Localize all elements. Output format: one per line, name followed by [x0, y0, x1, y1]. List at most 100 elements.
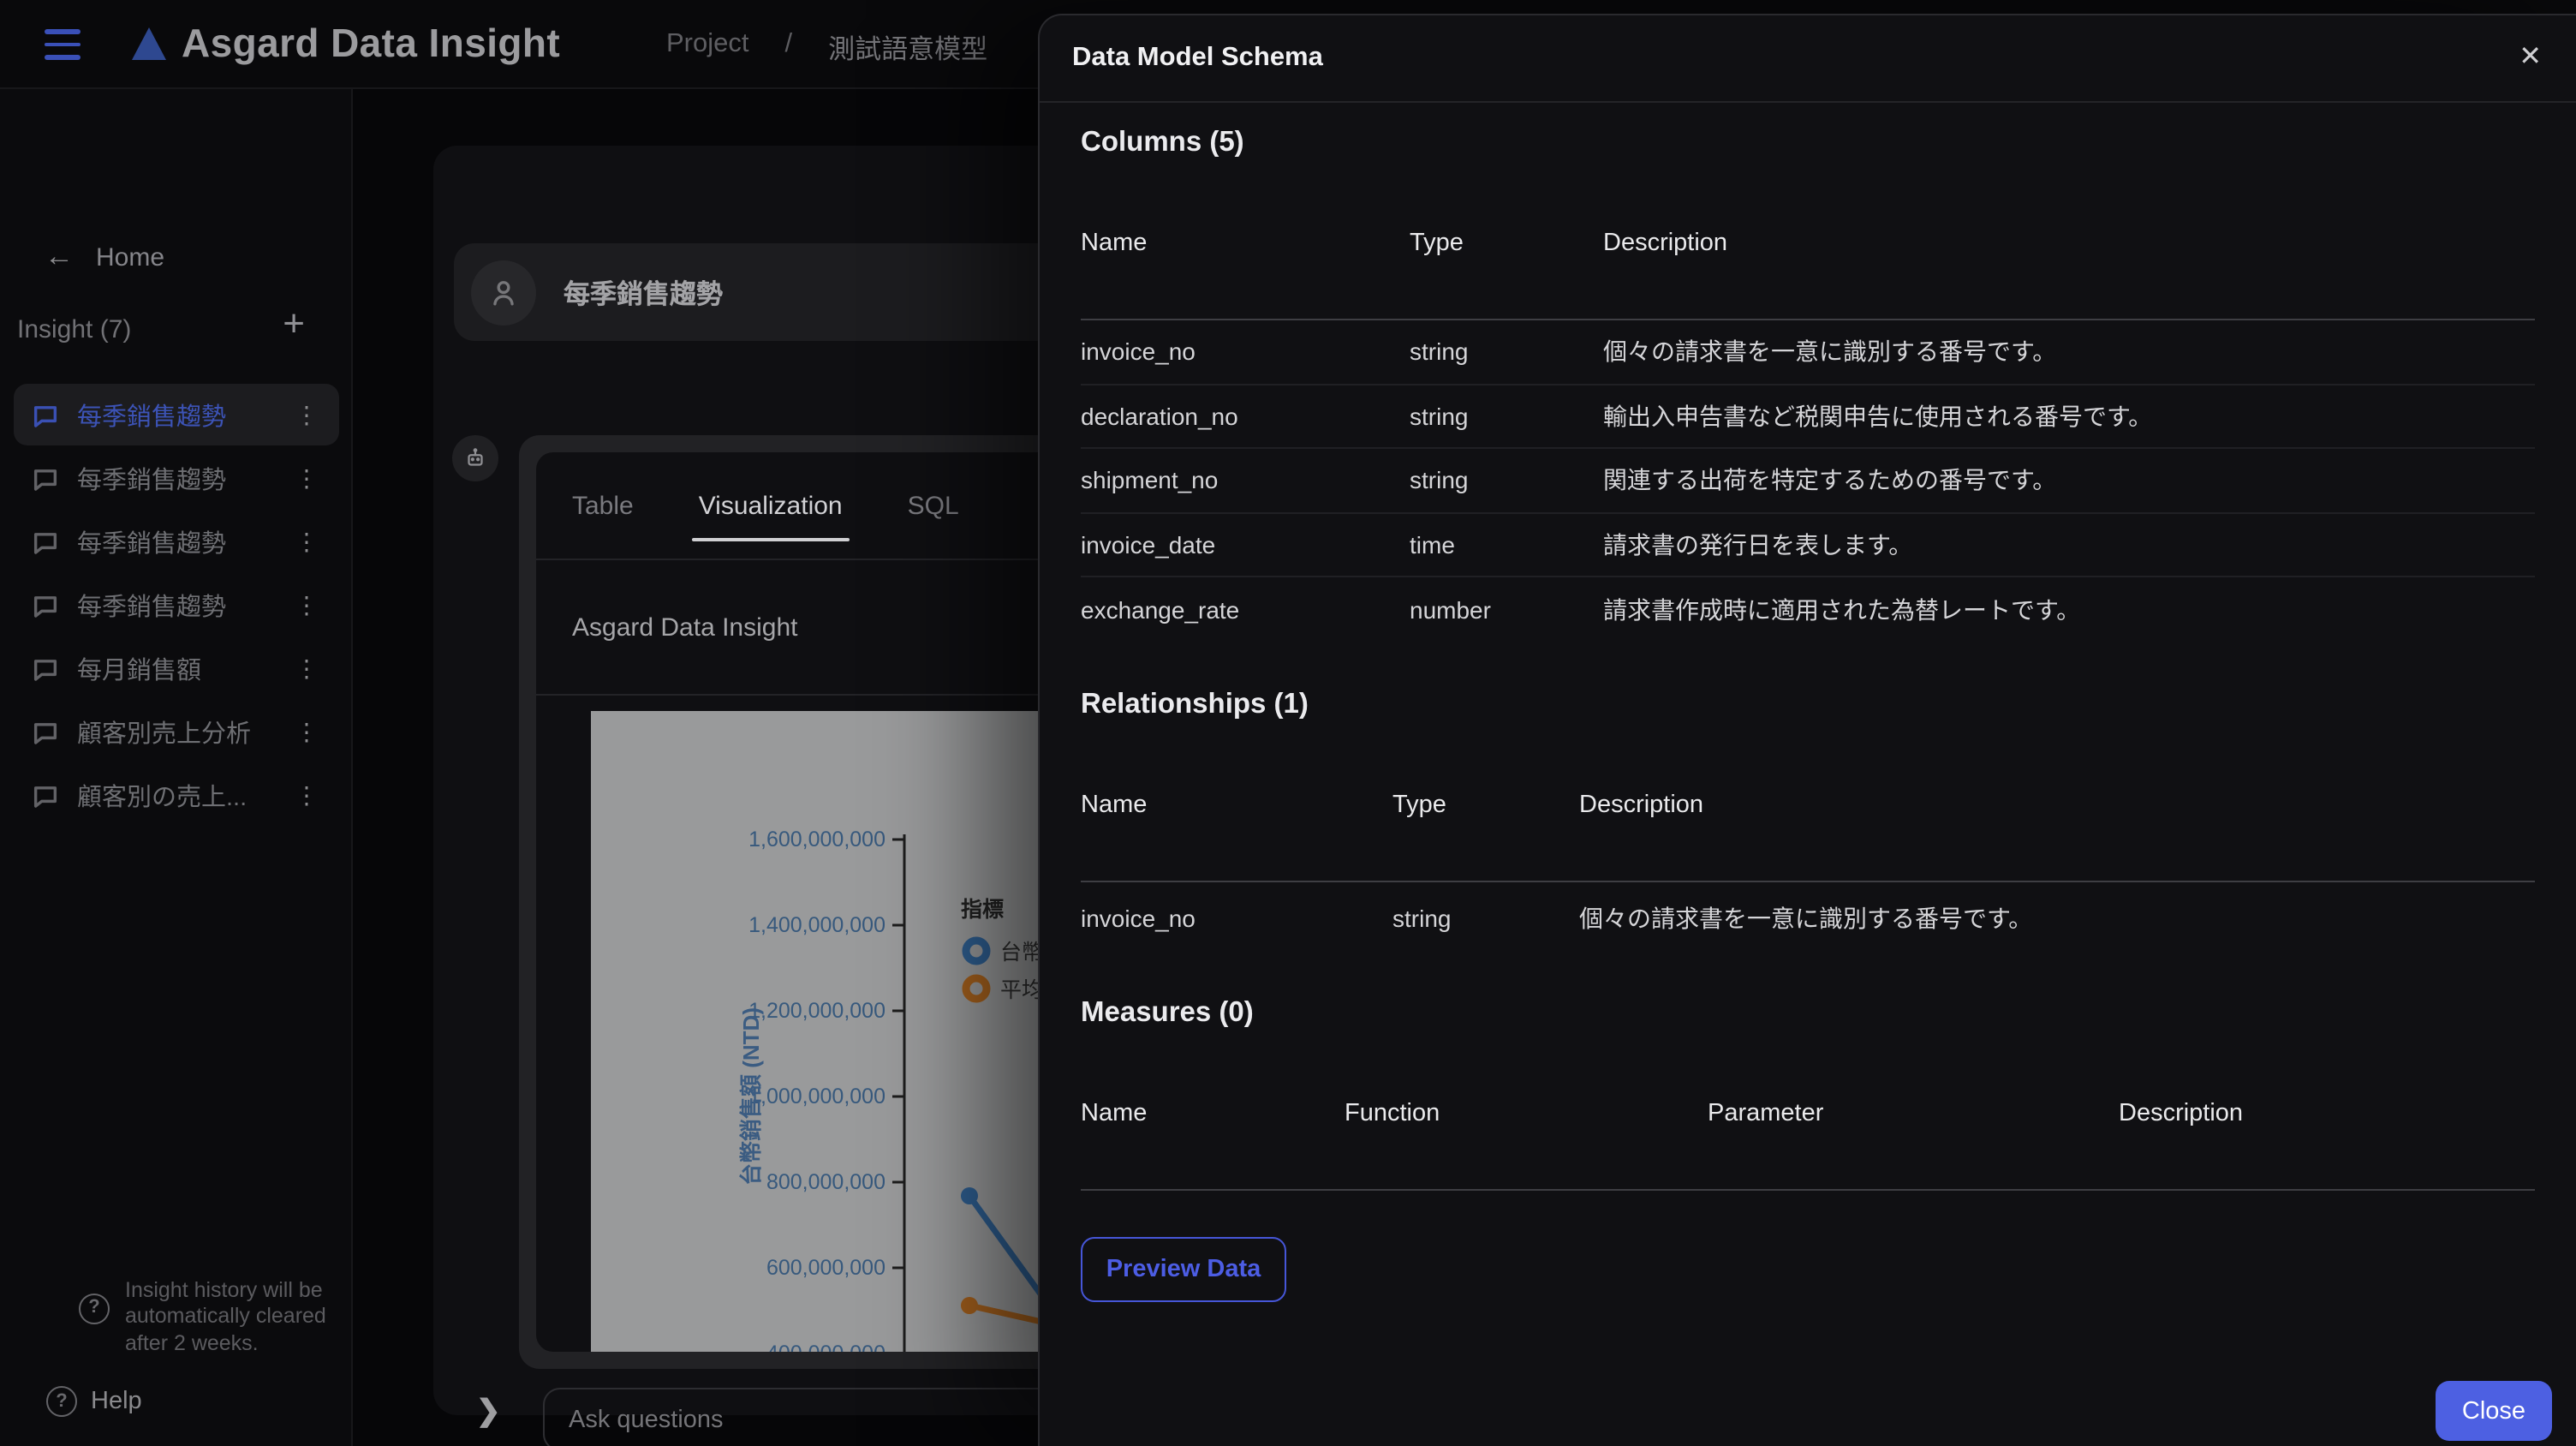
chevron-right-icon[interactable]: ❯ — [476, 1395, 501, 1429]
back-arrow-icon: ← — [45, 240, 74, 272]
legend-title: 指標 — [961, 898, 1004, 922]
add-insight-button[interactable]: + — [283, 304, 305, 343]
cell-description: 個々の請求書を一意に識別する番号です。 — [1579, 904, 2033, 931]
home-button[interactable]: ← Home — [0, 233, 353, 281]
breadcrumb-model[interactable]: 測試語意模型 — [828, 29, 987, 67]
tick-label: 1,400,000,000 — [748, 913, 886, 937]
measures-heading: Measures (0) — [1081, 996, 1254, 1027]
table-header-row: Name Type Description — [1081, 720, 2535, 881]
chat-bubble-icon — [33, 659, 57, 680]
cell-description: 輸出入申告書など税関申告に使用される番号です。 — [1603, 402, 2153, 430]
history-note-text: Insight history will be automatically cl… — [125, 1277, 326, 1354]
cell-name: invoice_no — [1081, 904, 1196, 931]
modal-footer: Close — [2436, 1381, 2552, 1441]
relationships-table: Name Type Description invoice_no string … — [1081, 720, 2535, 953]
cell-description: 請求書作成時に適用された為替レートです。 — [1603, 595, 2081, 624]
item-menu-icon[interactable]: ⋮ — [288, 400, 339, 429]
modal-header: Data Model Schema ✕ — [1040, 15, 2576, 103]
insight-list: 每季銷售趨勢 ⋮ 每季銷售趨勢 ⋮ 每季銷售趨勢 ⋮ 每季銷售趨勢 ⋮ 每月銷售… — [0, 384, 353, 828]
chat-bubble-icon — [33, 595, 57, 617]
item-menu-icon[interactable]: ⋮ — [288, 654, 339, 683]
sidebar-item-label: 顧客別の売上... — [77, 784, 247, 811]
cell-type: string — [1410, 402, 1469, 430]
chat-bubble-icon — [33, 532, 57, 553]
chat-bubble-icon — [33, 469, 57, 490]
tick-label: 400,000,000 — [766, 1341, 886, 1352]
close-button[interactable]: Close — [2436, 1381, 2552, 1441]
item-menu-icon[interactable]: ⋮ — [288, 590, 339, 619]
sidebar-item-label: 每季銷售趨勢 — [77, 594, 226, 621]
data-point — [961, 1297, 978, 1314]
person-icon — [493, 280, 514, 305]
sidebar-item-insight-4[interactable]: 每季銷售趨勢 ⋮ — [14, 574, 339, 636]
home-label: Home — [96, 242, 165, 272]
cell-name: shipment_no — [1081, 466, 1219, 494]
help-label: Help — [91, 1388, 142, 1415]
tab-table[interactable]: Table — [572, 452, 634, 559]
table-header-row: Name Function Parameter Description — [1081, 1029, 2535, 1190]
close-icon[interactable]: ✕ — [2508, 29, 2552, 84]
tick-label: 1,200,000,000 — [748, 999, 886, 1023]
col-header-parameter: Parameter — [1708, 1099, 1824, 1126]
chat-bubble-icon — [33, 405, 57, 427]
tab-sql[interactable]: SQL — [908, 452, 959, 559]
modal-body: Columns (5) Name Type Description invoic… — [1040, 105, 2576, 1343]
columns-table: Name Type Description invoice_no string … — [1081, 159, 2535, 642]
preview-data-button[interactable]: Preview Data — [1081, 1236, 1286, 1301]
sidebar-item-insight-2[interactable]: 每季銷售趨勢 ⋮ — [14, 447, 339, 509]
tick-label: 1,600,000,000 — [748, 828, 886, 851]
sidebar-item-label: 每季銷售趨勢 — [77, 467, 226, 494]
modal-title: Data Model Schema — [1072, 43, 1323, 72]
cell-description: 請求書の発行日を表します。 — [1603, 530, 1913, 559]
sidebar-item-label: 每季銷售趨勢 — [77, 530, 226, 558]
question-circle-icon: ? — [46, 1386, 77, 1417]
col-header-description: Description — [1603, 230, 1728, 257]
menu-icon[interactable] — [45, 29, 80, 60]
measures-table: Name Function Parameter Description — [1081, 1029, 2535, 1190]
tab-visualization[interactable]: Visualization — [691, 452, 850, 559]
relationships-heading: Relationships (1) — [1081, 688, 1309, 719]
question-title: 每季銷售趨勢 — [564, 280, 724, 309]
sidebar: ← Home Insight (7) + 每季銷售趨勢 ⋮ 每季銷售趨勢 ⋮ 每… — [0, 89, 353, 1446]
columns-heading: Columns (5) — [1081, 127, 1244, 158]
cell-type: string — [1410, 466, 1469, 494]
sidebar-item-insight-3[interactable]: 每季銷售趨勢 ⋮ — [14, 511, 339, 572]
table-row: invoice_no string 個々の請求書を一意に識別する番号です。 — [1081, 881, 2535, 953]
breadcrumb-separator: / — [784, 29, 793, 58]
sidebar-item-insight-1[interactable]: 每季銷售趨勢 ⋮ — [14, 384, 339, 445]
insight-section-label: Insight (7) — [17, 314, 132, 344]
item-menu-icon[interactable]: ⋮ — [288, 780, 339, 810]
data-point — [961, 1187, 978, 1204]
breadcrumb-project[interactable]: Project — [666, 29, 749, 67]
item-menu-icon[interactable]: ⋮ — [288, 463, 339, 493]
cell-description: 個々の請求書を一意に識別する番号です。 — [1603, 338, 2057, 366]
sidebar-item-insight-5[interactable]: 每月銷售額 ⋮ — [14, 637, 339, 699]
cell-name: declaration_no — [1081, 402, 1238, 430]
app-root: Asgard Data Insight Project / 測試語意模型 ← H… — [0, 0, 2576, 1446]
item-menu-icon[interactable]: ⋮ — [288, 527, 339, 556]
table-row: invoice_no string 個々の請求書を一意に識別する番号です。 — [1081, 320, 2535, 385]
col-header-description: Description — [2119, 1099, 2244, 1126]
table-row: shipment_no string 関連する出荷を特定するための番号です。 — [1081, 449, 2535, 513]
tick-label: 600,000,000 — [766, 1256, 886, 1280]
col-header-type: Type — [1410, 230, 1464, 257]
bot-avatar — [452, 435, 498, 481]
insight-section-header: Insight (7) + — [0, 304, 353, 350]
question-circle-icon: ? — [79, 1293, 110, 1324]
legend-marker-blue — [962, 936, 991, 965]
cell-name: invoice_no — [1081, 338, 1196, 366]
col-header-name: Name — [1081, 230, 1148, 257]
y-axis-ticks — [892, 838, 904, 1270]
col-header-name: Name — [1081, 791, 1148, 818]
sidebar-item-insight-7[interactable]: 顧客別の売上... ⋮ — [14, 764, 339, 826]
item-menu-icon[interactable]: ⋮ — [288, 717, 339, 746]
chat-bubble-icon — [33, 722, 57, 744]
sidebar-item-label: 每季銷售趨勢 — [77, 403, 226, 431]
sidebar-item-insight-6[interactable]: 顧客別売上分析 ⋮ — [14, 701, 339, 762]
cell-type: string — [1410, 338, 1469, 366]
cell-name: exchange_rate — [1081, 595, 1240, 624]
cell-type: number — [1410, 595, 1491, 624]
data-model-schema-modal: Data Model Schema ✕ Columns (5) Name Typ… — [1038, 14, 2576, 1446]
col-header-name: Name — [1081, 1099, 1148, 1126]
help-button[interactable]: ? Help — [46, 1386, 142, 1417]
